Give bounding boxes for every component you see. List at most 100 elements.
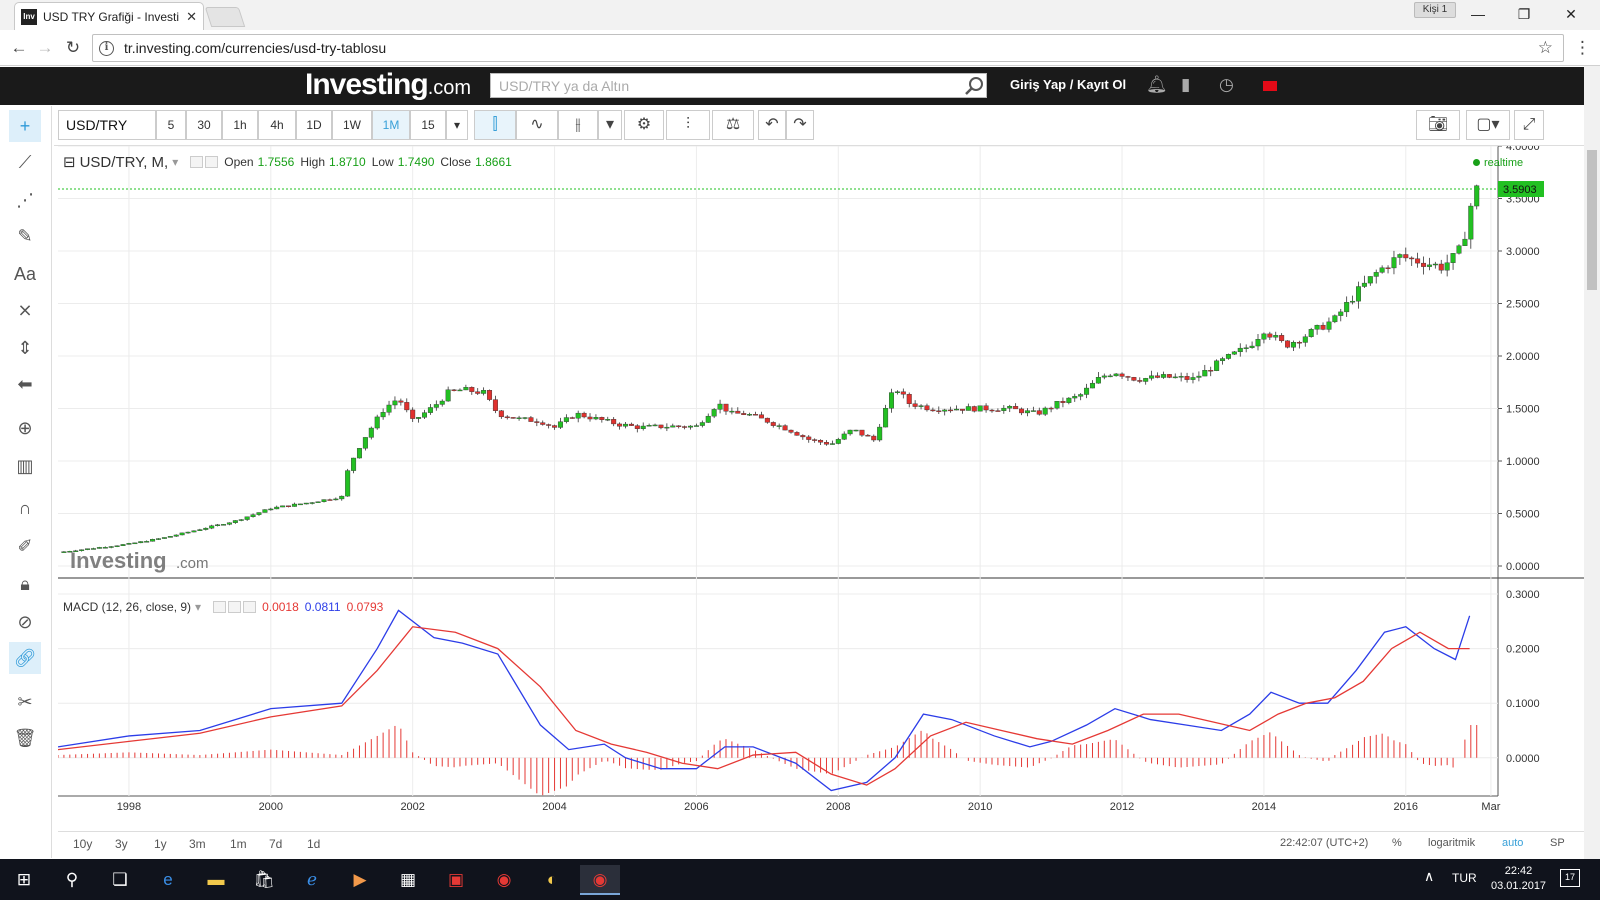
search-icon[interactable]: ⚲ [52,865,92,895]
window-close-icon[interactable]: ✕ [1556,4,1586,24]
calculator-icon[interactable]: ▦ [388,865,428,895]
new-tab-button[interactable] [204,7,246,27]
site-search-input[interactable]: USD/TRY ya da Altın [490,73,987,98]
task-view-icon[interactable]: ❏ [100,865,140,895]
back-icon[interactable]: ← [8,37,30,59]
compare-icon[interactable]: ⚖ [712,110,754,140]
layout-icon[interactable]: ▢▾ [1466,110,1510,140]
text-tool-icon[interactable]: Aa [9,258,41,290]
browser-menu-icon[interactable]: ⋮ [1574,38,1591,58]
vpn-icon[interactable]: ◐ [532,865,572,895]
price-chart[interactable]: 1998 2000 2002 2004 2006 2008 2010 2012 2014 2016… [57,141,1584,814]
file-explorer-icon[interactable]: ▬ [196,865,236,895]
lock-icon[interactable]: 🔒︎ [9,568,41,600]
chart-type-dropdown-icon[interactable]: ▾ [598,110,622,140]
timeframe-1m[interactable]: 1M [372,110,410,140]
portfolio-icon[interactable]: ▮ [1181,75,1190,95]
windows-start-icon[interactable]: ⊞ [4,865,44,895]
indicators-icon[interactable]: ⫶ [666,110,710,140]
tray-clock[interactable]: 22:42 03.01.2017 [1491,864,1546,894]
hide-icon[interactable]: ⊘ [9,606,41,638]
timeframe-30[interactable]: 30 [186,110,222,140]
macd-close-icon[interactable] [243,601,257,613]
range-1m[interactable]: 1m [230,837,247,851]
remove-drawings-icon[interactable]: ✂ [9,686,41,718]
zoom-icon[interactable]: ⊕ [9,412,41,444]
camera-icon[interactable]: 📷︎ [1416,110,1460,140]
log-toggle[interactable]: logaritmik [1428,837,1475,849]
url-input[interactable]: i tr.investing.com/currencies/usd-try-ta… [92,34,1564,62]
login-link[interactable]: Giriş Yap / Kayıt Ol [1010,77,1126,92]
candle-type-icon[interactable]: ⫿ [474,110,516,140]
timeframe-4h[interactable]: 4h [258,110,296,140]
site-logo[interactable]: Investing.com [305,68,471,105]
reload-icon[interactable]: ↻ [62,37,84,59]
redo-icon[interactable]: ↷ [786,110,814,140]
edge-icon[interactable]: e [148,865,188,895]
page-scrollbar[interactable] [1584,66,1600,859]
timeframe-5[interactable]: 5 [156,110,186,140]
media-player-icon[interactable]: ▶ [340,865,380,895]
range-7d[interactable]: 7d [269,837,282,851]
tray-chevron-icon[interactable]: ∧ [1424,868,1434,885]
fullscreen-icon[interactable]: ⤢ [1514,110,1544,140]
ruler-icon[interactable]: ▥ [9,450,41,482]
profile-badge[interactable]: Kişi 1 [1414,2,1456,18]
range-3m[interactable]: 3m [189,837,206,851]
tray-language[interactable]: TUR [1452,871,1477,885]
info-icon[interactable]: i [99,40,114,56]
trend-line-icon[interactable]: ⟋ [9,146,41,178]
pencil-stay-icon[interactable]: ✐ [9,530,41,562]
percent-toggle[interactable]: % [1392,837,1402,849]
internet-explorer-icon[interactable]: ℯ [292,865,332,895]
timeframe-1d[interactable]: 1D [296,110,332,140]
magnifier-icon[interactable] [962,76,986,96]
timeframe-dropdown-icon[interactable]: ▾ [446,110,468,140]
browser-tab[interactable]: Inv USD TRY Grafiği - Investi ✕ [14,2,204,30]
crosshair-icon[interactable]: + [9,110,41,142]
legend-settings-icon[interactable] [205,156,219,168]
bookmark-star-icon[interactable]: ☆ [1538,38,1553,58]
restore-icon[interactable]: ❐ [1509,4,1539,24]
legend-dropdown-icon[interactable]: ▾ [172,155,178,169]
collapse-icon[interactable]: ⊟ [63,153,76,171]
timeframe-1w[interactable]: 1W [332,110,372,140]
clock-icon[interactable]: ◷ [1219,75,1234,95]
symbol-input[interactable]: USD/TRY [58,110,156,140]
timeframe-1h[interactable]: 1h [222,110,258,140]
minimize-icon[interactable]: — [1463,4,1493,24]
fib-tool-icon[interactable]: ⋰ [9,184,41,216]
undo-icon[interactable]: ↶ [758,110,786,140]
brush-icon[interactable]: ✎ [9,220,41,252]
app-icon[interactable]: ▣ [436,865,476,895]
notifications-icon[interactable]: 17 [1560,869,1580,887]
sp-toggle[interactable]: SP [1550,837,1565,849]
range-1y[interactable]: 1y [154,837,167,851]
chrome-icon[interactable]: ◉ [484,865,524,895]
timeframe-15[interactable]: 15 [410,110,446,140]
range-1d[interactable]: 1d [307,837,320,851]
bar-type-icon[interactable]: ⫲ [558,110,598,140]
store-icon[interactable]: 🛍︎ [244,865,284,895]
measure-icon[interactable]: ⇕ [9,332,41,364]
turkey-flag-icon[interactable] [1263,81,1277,91]
macd-settings-icon[interactable] [228,601,242,613]
tab-close-icon[interactable]: ✕ [186,9,197,25]
pattern-icon[interactable]: ⨯ [9,294,41,326]
range-3y[interactable]: 3y [115,837,128,851]
bell-icon[interactable]: 🔔︎ [1146,75,1168,95]
macd-dropdown-icon[interactable]: ▾ [195,600,201,614]
arrow-left-icon[interactable]: ⬅ [9,368,41,400]
magnet-icon[interactable]: ∩ [9,492,41,524]
range-10y[interactable]: 10y [73,837,92,851]
chart-area[interactable]: 1998 2000 2002 2004 2006 2008 2010 2012 2014 2016… [57,141,1584,814]
macd-eye-icon[interactable] [213,601,227,613]
settings-icon[interactable]: ⚙ [624,110,664,140]
trash-icon[interactable]: 🗑︎ [9,722,41,754]
link-icon[interactable]: 🔗︎ [9,642,41,674]
chrome-active-icon[interactable]: ◉ [580,865,620,895]
legend-eye-icon[interactable] [190,156,204,168]
forward-icon[interactable]: → [34,37,56,59]
scroll-thumb[interactable] [1587,150,1597,290]
auto-toggle[interactable]: auto [1502,837,1523,849]
